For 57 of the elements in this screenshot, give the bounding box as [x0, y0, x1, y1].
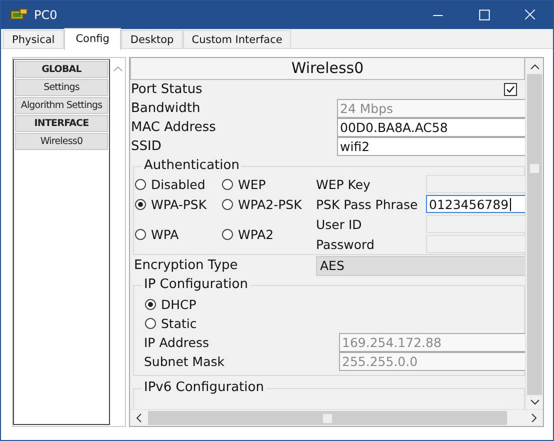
radio-label: WPA2 [238, 226, 274, 242]
field-label: User ID [316, 216, 363, 232]
chevron-up-icon[interactable] [530, 64, 540, 70]
field-label: Password [316, 236, 376, 252]
field-label: Port Status [131, 82, 204, 97]
radio-button[interactable] [145, 318, 156, 329]
input-field[interactable] [426, 235, 525, 253]
tab[interactable]: Config [64, 28, 122, 50]
field-label: Subnet Mask [144, 354, 226, 369]
group-title: IPv6 Configuration [142, 380, 266, 395]
input-field[interactable] [426, 215, 525, 233]
radio-button[interactable] [222, 228, 233, 240]
sidebar-item[interactable]: Algorithm Settings [15, 97, 108, 114]
scroll-grip[interactable] [530, 164, 539, 173]
vertical-scrollbar[interactable] [525, 58, 543, 409]
chevron-right-icon[interactable] [531, 413, 537, 423]
radio-label: Static [161, 316, 197, 331]
radio-button[interactable] [135, 178, 146, 190]
tab[interactable]: Physical [3, 30, 64, 48]
input-field[interactable]: wifi2 [337, 137, 525, 156]
group-title: IP Configuration [142, 277, 250, 292]
input-field[interactable]: 0123456789 [426, 195, 525, 213]
sidebar-item[interactable]: GLOBAL [15, 61, 108, 78]
radio-button[interactable] [222, 198, 233, 210]
radio-label: WPA2-PSK [238, 196, 302, 212]
field-label: PSK Pass Phrase [316, 196, 419, 212]
chevron-left-icon[interactable] [136, 413, 142, 423]
scroll-grip[interactable] [323, 414, 332, 422]
radio-button[interactable] [222, 178, 233, 190]
radio-label: DHCP [161, 297, 196, 312]
checkbox[interactable] [504, 83, 517, 96]
field-label: MAC Address [131, 120, 217, 135]
sidebar-item[interactable]: Wireless0 [15, 133, 108, 150]
computer-icon [10, 8, 28, 22]
input-field[interactable] [426, 175, 525, 193]
field-label: IP Address [144, 335, 210, 350]
sidebar-item[interactable]: INTERFACE [15, 115, 108, 132]
field-label: WEP Key [316, 176, 372, 192]
radio-button[interactable] [135, 198, 146, 210]
tab[interactable]: Desktop [121, 30, 183, 48]
window-title: PC0 [34, 8, 58, 22]
field-label: SSID [131, 139, 162, 154]
radio-label: WPA-PSK [151, 196, 207, 212]
input-field[interactable]: 00D0.BA8A.AC58 [337, 118, 525, 137]
tab[interactable]: Custom Interface [182, 30, 292, 48]
horizontal-scrollbar[interactable] [130, 409, 543, 426]
radio-label: WEP [238, 176, 266, 192]
panel-title: Wireless0 [130, 58, 525, 80]
chevron-down-icon[interactable] [530, 399, 540, 405]
radio-label: WPA [151, 226, 179, 242]
radio-button[interactable] [135, 228, 146, 240]
sidebar-item[interactable]: Settings [15, 79, 108, 96]
radio-button[interactable] [145, 299, 156, 310]
field-label: Encryption Type [134, 258, 239, 273]
radio-label: Disabled [151, 176, 206, 192]
dropdown[interactable]: AES [316, 256, 525, 276]
field-label: Bandwidth [131, 101, 202, 116]
